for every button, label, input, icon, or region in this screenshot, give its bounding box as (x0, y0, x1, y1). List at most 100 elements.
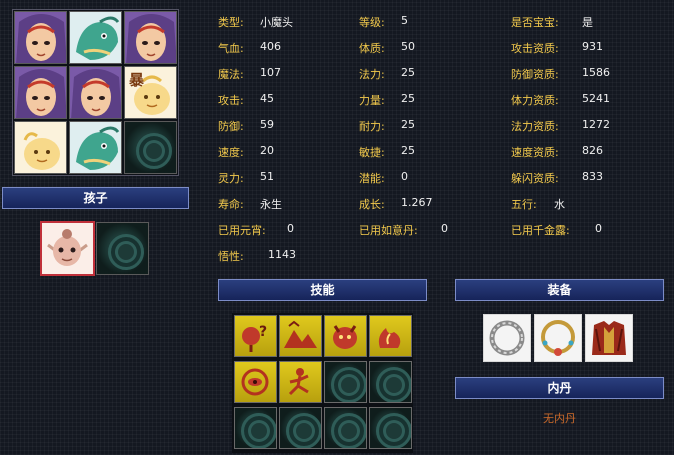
stat-label: 速度: (218, 146, 244, 159)
demon-face-skill-icon (333, 325, 357, 349)
pet-slot-3[interactable] (124, 11, 177, 64)
skill-slot-empty-icon[interactable] (234, 407, 277, 449)
stat-label: 体质: (359, 42, 385, 55)
stat-label: 法力资质: (511, 120, 559, 133)
eye-skill-icon (241, 368, 269, 396)
stat-label: 体力资质: (511, 94, 559, 107)
stat-value-spirit: 51 (260, 170, 274, 183)
stat-value-level: 5 (401, 14, 408, 27)
stat-value-attack: 45 (260, 92, 274, 105)
pet-slot-4[interactable] (14, 66, 67, 119)
stat-label: 已用如意丹: (359, 224, 418, 237)
stat-label: 防御: (218, 120, 244, 133)
stat-value-element: 水 (554, 198, 565, 211)
stat-label: 是否宝宝: (511, 16, 559, 29)
stat-label: 已用元宵: (218, 224, 266, 237)
stat-value-hp: 406 (260, 40, 281, 53)
stat-label: 已用千金露: (511, 224, 570, 237)
pet-slot-1[interactable] (14, 11, 67, 64)
skill-slot-4[interactable] (369, 315, 412, 357)
skill-slot-empty-icon[interactable] (324, 361, 367, 403)
demon-boy-portrait-icon (70, 67, 121, 118)
stat-label: 寿命: (218, 198, 244, 211)
stat-label: 防御资质: (511, 68, 559, 81)
silver-ring-icon (489, 320, 525, 356)
stat-value-speed-aptitude: 826 (582, 144, 603, 157)
stat-label: 攻击: (218, 94, 244, 107)
inner-dan-header: 内丹 (455, 377, 664, 399)
stat-label: 五行: (511, 198, 537, 211)
stat-value-qianjinlu: 0 (595, 222, 602, 235)
skill-slot-1[interactable]: ? (234, 315, 277, 357)
child-slot-empty-icon[interactable] (96, 222, 149, 275)
stat-value-endurance: 25 (401, 118, 415, 131)
skills-header: 技能 (218, 279, 427, 301)
equip-slot-3[interactable] (585, 314, 633, 362)
pet-slot-8[interactable] (69, 121, 122, 174)
pet-slot-7[interactable] (14, 121, 67, 174)
stat-value-is-baby: 是 (582, 16, 593, 29)
gold-necklace-icon (541, 320, 575, 356)
stat-value-defense-aptitude: 1586 (582, 66, 610, 79)
svg-text:?: ? (259, 324, 267, 340)
stat-label: 灵力: (218, 172, 244, 185)
stat-value-agility: 25 (401, 144, 415, 157)
stat-label: 法力: (359, 68, 385, 81)
stat-label: 躲闪资质: (511, 172, 559, 185)
stat-value-ruyidan: 0 (441, 222, 448, 235)
equipment-header: 装备 (455, 279, 664, 301)
skill-slot-empty-icon[interactable] (369, 361, 412, 403)
stat-value-attack-aptitude: 931 (582, 40, 603, 53)
stat-value-type: 小魔头 (260, 16, 293, 29)
stat-label: 敏捷: (359, 146, 385, 159)
stat-label: 成长: (359, 198, 385, 211)
stat-label: 悟性: (218, 250, 244, 263)
inner-dan-empty-text: 无内丹 (543, 412, 576, 425)
stat-value-hp-aptitude: 5241 (582, 92, 610, 105)
pet-slot-5[interactable] (69, 66, 122, 119)
equip-slot-2[interactable] (534, 314, 582, 362)
demon-boy-portrait-icon (15, 12, 66, 63)
skill-slot-3[interactable] (324, 315, 367, 357)
stat-value-mp: 107 (260, 66, 281, 79)
pet-slot-2[interactable] (69, 11, 122, 64)
stat-value-strength: 25 (401, 92, 415, 105)
skill-slot-6[interactable] (279, 361, 322, 403)
skill-slot-empty-icon[interactable] (324, 407, 367, 449)
bao-spirit-portrait-icon (15, 122, 66, 173)
equip-slot-1[interactable] (483, 314, 531, 362)
flame-spirit-skill-icon (378, 328, 401, 348)
stat-value-yuanxiao: 0 (287, 222, 294, 235)
child-section-header: 孩子 (2, 187, 189, 209)
stat-value-speed: 20 (260, 144, 274, 157)
skill-slot-2[interactable] (279, 315, 322, 357)
demon-boy-portrait-icon (125, 12, 176, 63)
stat-label: 潜能: (359, 172, 385, 185)
stat-value-defense: 59 (260, 118, 274, 131)
skill-slot-empty-icon[interactable] (369, 407, 412, 449)
stat-value-magic: 25 (401, 66, 415, 79)
skill-slot-5[interactable] (234, 361, 277, 403)
red-armor-icon (592, 321, 626, 355)
stat-value-magic-aptitude: 1272 (582, 118, 610, 131)
skill-slot-empty-icon[interactable] (279, 407, 322, 449)
green-dragon-portrait-icon (70, 122, 121, 173)
mountain-skill-icon (284, 320, 317, 348)
elf-child-portrait-icon (42, 223, 93, 274)
stat-label: 魔法: (218, 68, 244, 81)
stat-label: 气血: (218, 42, 244, 55)
demon-boy-portrait-icon (15, 67, 66, 118)
bao-badge: 暴 (129, 71, 145, 89)
pet-slot-6[interactable]: 暴 (124, 66, 177, 119)
stat-value-comprehension: 1143 (268, 248, 296, 261)
stat-value-dodge-aptitude: 833 (582, 170, 603, 183)
stat-label: 速度资质: (511, 146, 559, 159)
stat-value-potential: 0 (401, 170, 408, 183)
unknown-skill-icon: ? (242, 324, 267, 352)
stat-label: 力量: (359, 94, 385, 107)
stat-label: 攻击资质: (511, 42, 559, 55)
stat-label: 等级: (359, 16, 385, 29)
pet-slot-empty-icon[interactable] (124, 121, 177, 174)
child-slot-1[interactable] (40, 221, 95, 276)
stat-label: 耐力: (359, 120, 385, 133)
